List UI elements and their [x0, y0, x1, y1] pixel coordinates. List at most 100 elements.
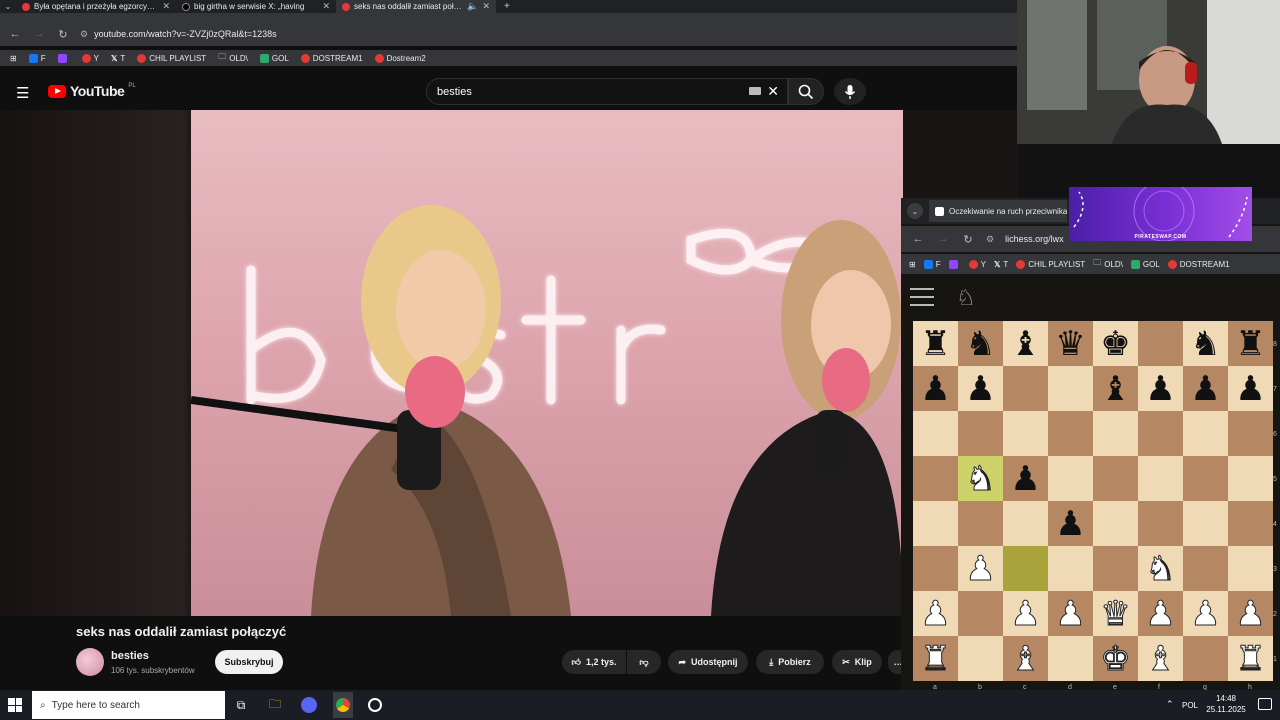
black-pawn-piece[interactable]: ♟ [1190, 372, 1220, 406]
square-g2[interactable]: ♟ [1183, 591, 1228, 636]
square-d7[interactable] [1048, 366, 1093, 411]
site-info-icon[interactable]: ⚙ [80, 29, 88, 40]
square-c7[interactable] [1003, 366, 1048, 411]
bookmark-dostream1[interactable]: DOSTREAM1 [1167, 259, 1230, 269]
apps-icon[interactable]: ⊞ [909, 260, 916, 269]
forward-icon[interactable]: → [936, 233, 950, 245]
square-h7[interactable]: ♟ [1228, 366, 1273, 411]
square-h1[interactable]: ♜ [1228, 636, 1273, 681]
download-button[interactable]: ⤓ Pobierz [756, 650, 824, 674]
black-rook-piece[interactable]: ♜ [920, 327, 950, 361]
square-h4[interactable] [1228, 501, 1273, 546]
square-e1[interactable]: ♚ [1093, 636, 1138, 681]
black-bishop-piece[interactable]: ♝ [1100, 372, 1130, 406]
youtube-logo[interactable]: YouTube PL [48, 83, 136, 99]
square-d8[interactable]: ♛ [1048, 321, 1093, 366]
white-queen-piece[interactable]: ♛ [1100, 596, 1132, 631]
square-b6[interactable] [958, 411, 1003, 456]
square-g3[interactable] [1183, 546, 1228, 591]
channel-name[interactable]: besties [111, 650, 149, 662]
lichess-menu-icon[interactable] [910, 288, 934, 306]
black-pawn-piece[interactable]: ♟ [1010, 462, 1040, 496]
bookmark-folder-old[interactable]: 🗀 OLD\ [218, 51, 248, 65]
square-d6[interactable] [1048, 411, 1093, 456]
clip-button[interactable]: ✂ Klip [832, 650, 882, 674]
bookmark-dostream2[interactable]: Dostream2 [374, 53, 426, 63]
square-a3[interactable] [913, 546, 958, 591]
square-f5[interactable] [1138, 456, 1183, 501]
back-icon[interactable]: ← [911, 233, 925, 245]
black-rook-piece[interactable]: ♜ [1235, 327, 1265, 361]
square-h8[interactable]: ♜ [1228, 321, 1273, 366]
white-pawn-piece[interactable]: ♟ [1235, 596, 1267, 631]
taskbar-clock[interactable]: 14:48 25.11.2025 [1200, 693, 1252, 715]
square-b5[interactable]: ♞ [958, 456, 1003, 501]
bookmark-folder-old[interactable]: 🗀 OLD\ [1093, 257, 1123, 271]
hamburger-menu-icon[interactable]: ☰ [16, 84, 29, 102]
square-b1[interactable] [958, 636, 1003, 681]
dislike-button[interactable]: 👎︎ [627, 650, 661, 674]
square-f6[interactable] [1138, 411, 1183, 456]
bookmark-chil-playlist[interactable]: CHIL PLAYLIST [1016, 259, 1085, 269]
white-knight-piece[interactable]: ♞ [965, 461, 997, 496]
square-d4[interactable]: ♟ [1048, 501, 1093, 546]
browser-tab-2[interactable]: big girtha w serwisie X: „having ✕ [176, 0, 336, 13]
square-b8[interactable]: ♞ [958, 321, 1003, 366]
square-e5[interactable] [1093, 456, 1138, 501]
bookmark-x[interactable]: 𝕏T [994, 260, 1008, 269]
square-a5[interactable] [913, 456, 958, 501]
bookmark-x[interactable]: 𝕏T [111, 54, 125, 63]
square-c1[interactable]: ♝ [1003, 636, 1048, 681]
black-pawn-piece[interactable]: ♟ [1145, 372, 1175, 406]
black-pawn-piece[interactable]: ♟ [1055, 507, 1085, 541]
square-a1[interactable]: ♜ [913, 636, 958, 681]
speaker-icon[interactable]: 🔈 [467, 1, 478, 12]
keyboard-icon[interactable] [749, 87, 761, 95]
lichess-logo-icon[interactable]: ♘ [956, 285, 976, 311]
video-player[interactable] [191, 110, 903, 616]
search-button[interactable] [788, 78, 824, 105]
white-bishop-piece[interactable]: ♝ [1010, 641, 1042, 676]
channel-avatar[interactable] [76, 648, 104, 676]
white-rook-piece[interactable]: ♜ [920, 641, 952, 676]
black-knight-piece[interactable]: ♞ [965, 327, 995, 361]
white-pawn-piece[interactable]: ♟ [920, 596, 952, 631]
square-f1[interactable]: ♝ [1138, 636, 1183, 681]
square-h3[interactable] [1228, 546, 1273, 591]
square-b3[interactable]: ♟ [958, 546, 1003, 591]
like-button[interactable]: 👍︎ 1,2 tys. [562, 650, 626, 674]
bookmark-chil-playlist[interactable]: CHIL PLAYLIST [137, 53, 206, 63]
square-b2[interactable] [958, 591, 1003, 636]
bookmark-twitch[interactable] [948, 259, 961, 269]
white-rook-piece[interactable]: ♜ [1235, 641, 1267, 676]
white-pawn-piece[interactable]: ♟ [965, 551, 997, 586]
white-pawn-piece[interactable]: ♟ [1145, 596, 1177, 631]
clear-search-icon[interactable]: ✕ [767, 83, 779, 100]
notifications-icon[interactable] [1258, 698, 1272, 710]
square-e2[interactable]: ♛ [1093, 591, 1138, 636]
apps-icon[interactable]: ⊞ [10, 54, 17, 63]
bookmark-facebook[interactable]: F [28, 53, 46, 63]
reload-icon[interactable]: ↻ [961, 233, 975, 246]
tab-search-button[interactable]: ⌄ [0, 2, 16, 11]
white-knight-piece[interactable]: ♞ [1145, 551, 1177, 586]
site-info-icon[interactable]: ⚙ [986, 234, 994, 245]
new-tab-button[interactable]: + [496, 1, 518, 12]
square-h6[interactable] [1228, 411, 1273, 456]
square-a6[interactable] [913, 411, 958, 456]
square-c3[interactable] [1003, 546, 1048, 591]
white-king-piece[interactable]: ♚ [1100, 641, 1132, 676]
lichess-tab[interactable]: Oczekiwanie na ruch przeciwnika [929, 200, 1067, 222]
square-b7[interactable]: ♟ [958, 366, 1003, 411]
square-e8[interactable]: ♚ [1093, 321, 1138, 366]
subscribe-button[interactable]: Subskrybuj [215, 650, 283, 674]
square-e4[interactable] [1093, 501, 1138, 546]
square-g7[interactable]: ♟ [1183, 366, 1228, 411]
square-g4[interactable] [1183, 501, 1228, 546]
square-e3[interactable] [1093, 546, 1138, 591]
discord-icon[interactable] [300, 696, 318, 714]
bookmark-youtube[interactable]: Y [81, 53, 99, 63]
share-button[interactable]: ➦ Udostępnij [668, 650, 748, 674]
square-c2[interactable]: ♟ [1003, 591, 1048, 636]
browser-tab-1[interactable]: Była opętana i przeżyła egzorcyzmy ✕ [16, 0, 176, 13]
